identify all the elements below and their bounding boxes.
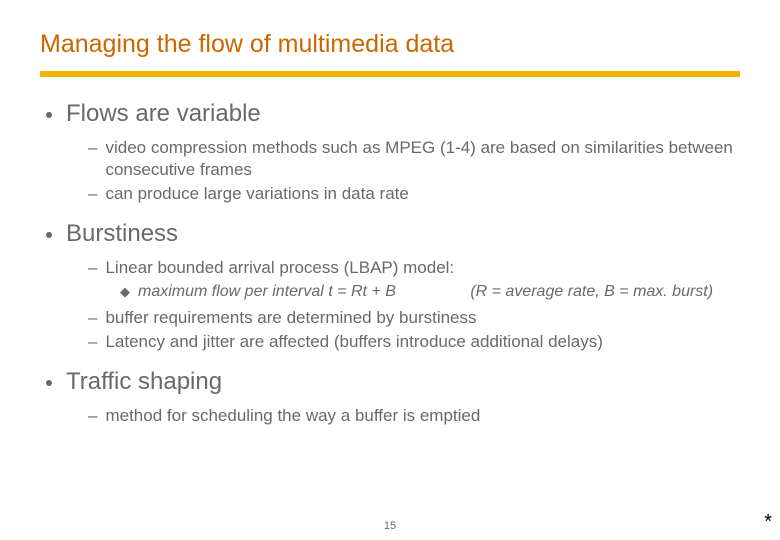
divider [40,71,740,77]
dash-group: – video compression methods such as MPEG… [40,137,740,205]
dash-marker: – [88,137,97,159]
bullet-flows: Flows are variable [40,99,740,129]
diamond-icon: ◆ [120,283,130,301]
dash-item: – video compression methods such as MPEG… [88,137,740,181]
bullet-icon [46,380,52,386]
dash-item: – can produce large variations in data r… [88,183,740,205]
bullet-text: Flows are variable [66,99,261,129]
content: Flows are variable – video compression m… [40,99,740,427]
dash-marker: – [88,405,97,427]
diamond-text: maximum flow per interval t = Rt + B (R … [138,281,713,303]
bullet-traffic-shaping: Traffic shaping [40,367,740,397]
bullet-text: Burstiness [66,219,178,249]
dash-marker: – [88,307,97,329]
dash-item: – Latency and jitter are affected (buffe… [88,331,740,353]
dash-text: buffer requirements are determined by bu… [105,307,476,329]
bullet-burstiness: Burstiness [40,219,740,249]
page-number: 15 [384,520,396,532]
slide-title: Managing the flow of multimedia data [40,30,740,59]
dash-group: – Linear bounded arrival process (LBAP) … [40,257,740,353]
dash-group: – method for scheduling the way a buffer… [40,405,740,427]
bullet-text: Traffic shaping [66,367,222,397]
dash-item: – method for scheduling the way a buffer… [88,405,740,427]
slide: Managing the flow of multimedia data Flo… [0,0,780,540]
diamond-side: (R = average rate, B = max. burst) [470,283,713,300]
dash-text: Linear bounded arrival process (LBAP) mo… [105,257,454,279]
dash-marker: – [88,257,97,279]
dash-item: – Linear bounded arrival process (LBAP) … [88,257,740,279]
dash-marker: – [88,183,97,205]
asterisk: * [764,511,772,534]
diamond-main: maximum flow per interval t = Rt + B [138,283,396,300]
diamond-item: ◆ maximum flow per interval t = Rt + B (… [120,281,740,303]
bullet-icon [46,232,52,238]
dash-text: method for scheduling the way a buffer i… [105,405,480,427]
dash-item: – buffer requirements are determined by … [88,307,740,329]
dash-text: video compression methods such as MPEG (… [105,137,740,181]
dash-text: Latency and jitter are affected (buffers… [105,331,602,353]
dash-marker: – [88,331,97,353]
diamond-group: ◆ maximum flow per interval t = Rt + B (… [40,281,740,303]
dash-text: can produce large variations in data rat… [105,183,408,205]
bullet-icon [46,112,52,118]
